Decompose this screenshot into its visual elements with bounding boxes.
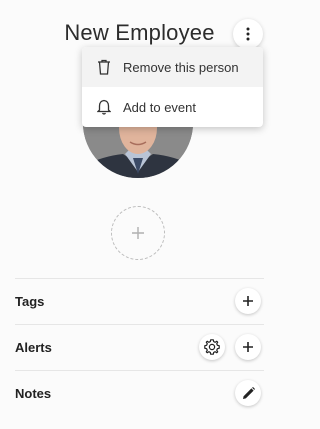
pencil-icon <box>242 386 255 399</box>
add-alert-button[interactable] <box>235 334 261 360</box>
tags-label: Tags <box>15 294 45 309</box>
alerts-label: Alerts <box>15 340 52 355</box>
more-vertical-icon <box>246 27 250 41</box>
menu-item-label: Remove this person <box>123 59 239 75</box>
bell-icon <box>96 98 112 116</box>
add-tag-button[interactable] <box>235 288 261 314</box>
tags-section: Tags <box>15 278 264 324</box>
plus-icon <box>243 342 253 352</box>
gear-icon <box>204 339 220 355</box>
edit-notes-button[interactable] <box>235 380 261 406</box>
plus-icon <box>132 227 144 239</box>
notes-section: Notes <box>15 370 264 416</box>
trash-icon <box>96 58 112 76</box>
menu-item-add-to-event[interactable]: Add to event <box>82 87 263 127</box>
more-options-button[interactable] <box>233 19 263 49</box>
alert-settings-button[interactable] <box>199 334 225 360</box>
menu-item-remove-person[interactable]: Remove this person <box>82 47 263 87</box>
menu-item-label: Add to event <box>123 99 196 115</box>
options-menu: Remove this person Add to event <box>82 47 263 127</box>
add-photo-button[interactable] <box>111 206 165 260</box>
alerts-section: Alerts <box>15 324 264 370</box>
plus-icon <box>243 296 253 306</box>
notes-label: Notes <box>15 386 52 401</box>
